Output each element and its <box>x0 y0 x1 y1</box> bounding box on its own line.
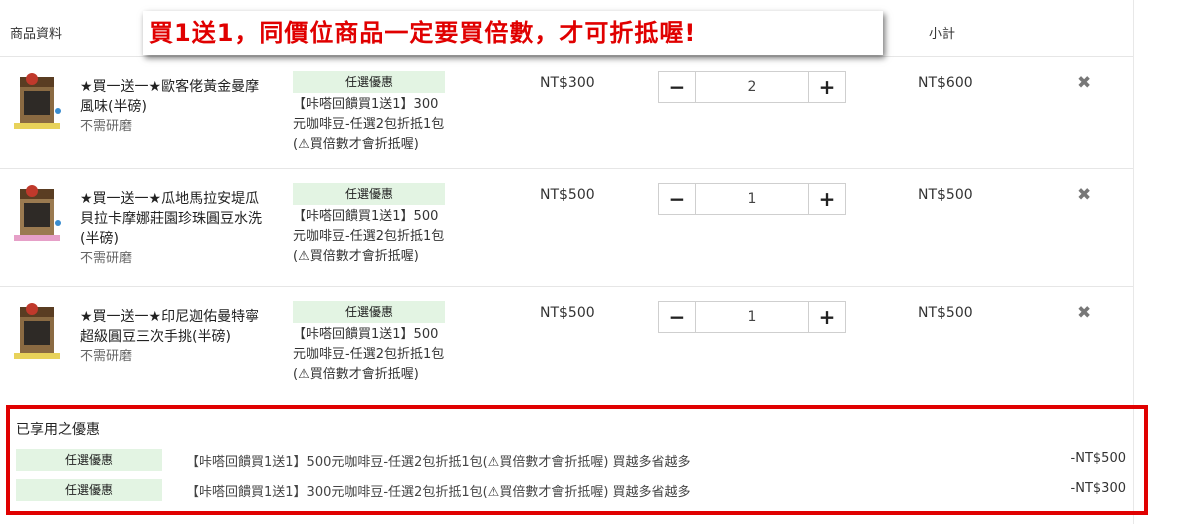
minus-icon[interactable]: − <box>659 184 696 214</box>
cart-item-row: ★買一送一★歐客佬黃金曼摩風味(半磅) 不需研磨 任選優惠 【咔嗒回饋買1送1】… <box>0 57 1133 169</box>
unit-price: NT$500 <box>540 305 595 321</box>
remove-icon[interactable]: ✖ <box>1077 185 1091 205</box>
quantity-stepper: − 1 + <box>658 301 846 333</box>
product-name[interactable]: ★買一送一★印尼迦佑曼特寧超級圓豆三次手挑(半磅) 不需研磨 <box>80 307 270 367</box>
product-title[interactable]: ★買一送一★印尼迦佑曼特寧超級圓豆三次手挑(半磅) <box>80 309 259 345</box>
column-header-product: 商品資料 <box>10 27 63 42</box>
product-option: 不需研磨 <box>80 349 133 364</box>
applied-discounts-title: 已享用之優惠 <box>16 422 100 438</box>
product-name[interactable]: ★買一送一★瓜地馬拉安堤瓜貝拉卡摩娜莊園珍珠圓豆水洗(半磅) 不需研磨 <box>80 189 270 269</box>
discount-description: 【咔嗒回饋買1送1】300元咖啡豆-任選2包折抵1包(⚠買倍數才會折抵喔) 買越… <box>186 485 691 500</box>
discount-amount: -NT$300 <box>1070 481 1126 496</box>
discount-amount: -NT$500 <box>1070 451 1126 466</box>
item-subtotal: NT$600 <box>918 75 973 91</box>
minus-icon[interactable]: − <box>659 72 696 102</box>
quantity-value[interactable]: 2 <box>696 72 808 102</box>
promo-description: 【咔嗒回饋買1送1】500元咖啡豆-任選2包折抵1包(⚠買倍數才會折抵喔) <box>293 327 445 382</box>
discount-row: 任選優惠 【咔嗒回饋買1送1】300元咖啡豆-任選2包折抵1包(⚠買倍數才會折抵… <box>16 479 1126 501</box>
quantity-value[interactable]: 1 <box>696 184 808 214</box>
coffee-bag-icon <box>14 73 61 129</box>
promo-description: 【咔嗒回饋買1送1】300元咖啡豆-任選2包折抵1包(⚠買倍數才會折抵喔) <box>293 97 445 152</box>
minus-icon[interactable]: − <box>659 302 696 332</box>
quantity-stepper: − 1 + <box>658 183 846 215</box>
quantity-stepper: − 2 + <box>658 71 846 103</box>
product-title[interactable]: ★買一送一★歐客佬黃金曼摩風味(半磅) <box>80 79 259 115</box>
promo-tag: 任選優惠 <box>293 183 445 205</box>
item-subtotal: NT$500 <box>918 187 973 203</box>
coffee-bag-icon <box>14 185 61 241</box>
coffee-bag-icon <box>14 303 60 359</box>
cart-item-row: ★買一送一★印尼迦佑曼特寧超級圓豆三次手挑(半磅) 不需研磨 任選優惠 【咔嗒回… <box>0 287 1133 397</box>
promo-description: 【咔嗒回饋買1送1】500元咖啡豆-任選2包折抵1包(⚠買倍數才會折抵喔) <box>293 209 445 264</box>
plus-icon[interactable]: + <box>808 72 845 102</box>
promo-block: 任選優惠 【咔嗒回饋買1送1】500元咖啡豆-任選2包折抵1包(⚠買倍數才會折抵… <box>293 301 445 385</box>
remove-icon[interactable]: ✖ <box>1077 73 1091 93</box>
promo-tag: 任選優惠 <box>293 71 445 93</box>
unit-price: NT$500 <box>540 187 595 203</box>
promo-block: 任選優惠 【咔嗒回饋買1送1】500元咖啡豆-任選2包折抵1包(⚠買倍數才會折抵… <box>293 183 445 267</box>
promo-block: 任選優惠 【咔嗒回饋買1送1】300元咖啡豆-任選2包折抵1包(⚠買倍數才會折抵… <box>293 71 445 155</box>
discount-tag: 任選優惠 <box>16 479 162 501</box>
quantity-value[interactable]: 1 <box>696 302 808 332</box>
product-title[interactable]: ★買一送一★瓜地馬拉安堤瓜貝拉卡摩娜莊園珍珠圓豆水洗(半磅) <box>80 191 262 247</box>
promo-banner: 買1送1，同價位商品一定要買倍數，才可折抵喔! <box>143 11 883 55</box>
applied-discounts-box: 已享用之優惠 任選優惠 【咔嗒回饋買1送1】500元咖啡豆-任選2包折抵1包(⚠… <box>6 405 1148 515</box>
column-header-subtotal: 小計 <box>929 27 956 42</box>
promo-tag: 任選優惠 <box>293 301 445 323</box>
cart-item-row: ★買一送一★瓜地馬拉安堤瓜貝拉卡摩娜莊園珍珠圓豆水洗(半磅) 不需研磨 任選優惠… <box>0 169 1133 287</box>
product-option: 不需研磨 <box>80 119 133 134</box>
discount-description: 【咔嗒回饋買1送1】500元咖啡豆-任選2包折抵1包(⚠買倍數才會折抵喔) 買越… <box>186 455 691 470</box>
discount-tag: 任選優惠 <box>16 449 162 471</box>
unit-price: NT$300 <box>540 75 595 91</box>
cart-page: 商品資料 小計 買1送1，同價位商品一定要買倍數，才可折抵喔! ★買一送一★歐客… <box>0 0 1177 524</box>
product-option: 不需研磨 <box>80 251 133 266</box>
item-subtotal: NT$500 <box>918 305 973 321</box>
product-name[interactable]: ★買一送一★歐客佬黃金曼摩風味(半磅) 不需研磨 <box>80 77 270 137</box>
discount-row: 任選優惠 【咔嗒回饋買1送1】500元咖啡豆-任選2包折抵1包(⚠買倍數才會折抵… <box>16 449 1126 471</box>
remove-icon[interactable]: ✖ <box>1077 303 1091 323</box>
plus-icon[interactable]: + <box>808 302 845 332</box>
plus-icon[interactable]: + <box>808 184 845 214</box>
